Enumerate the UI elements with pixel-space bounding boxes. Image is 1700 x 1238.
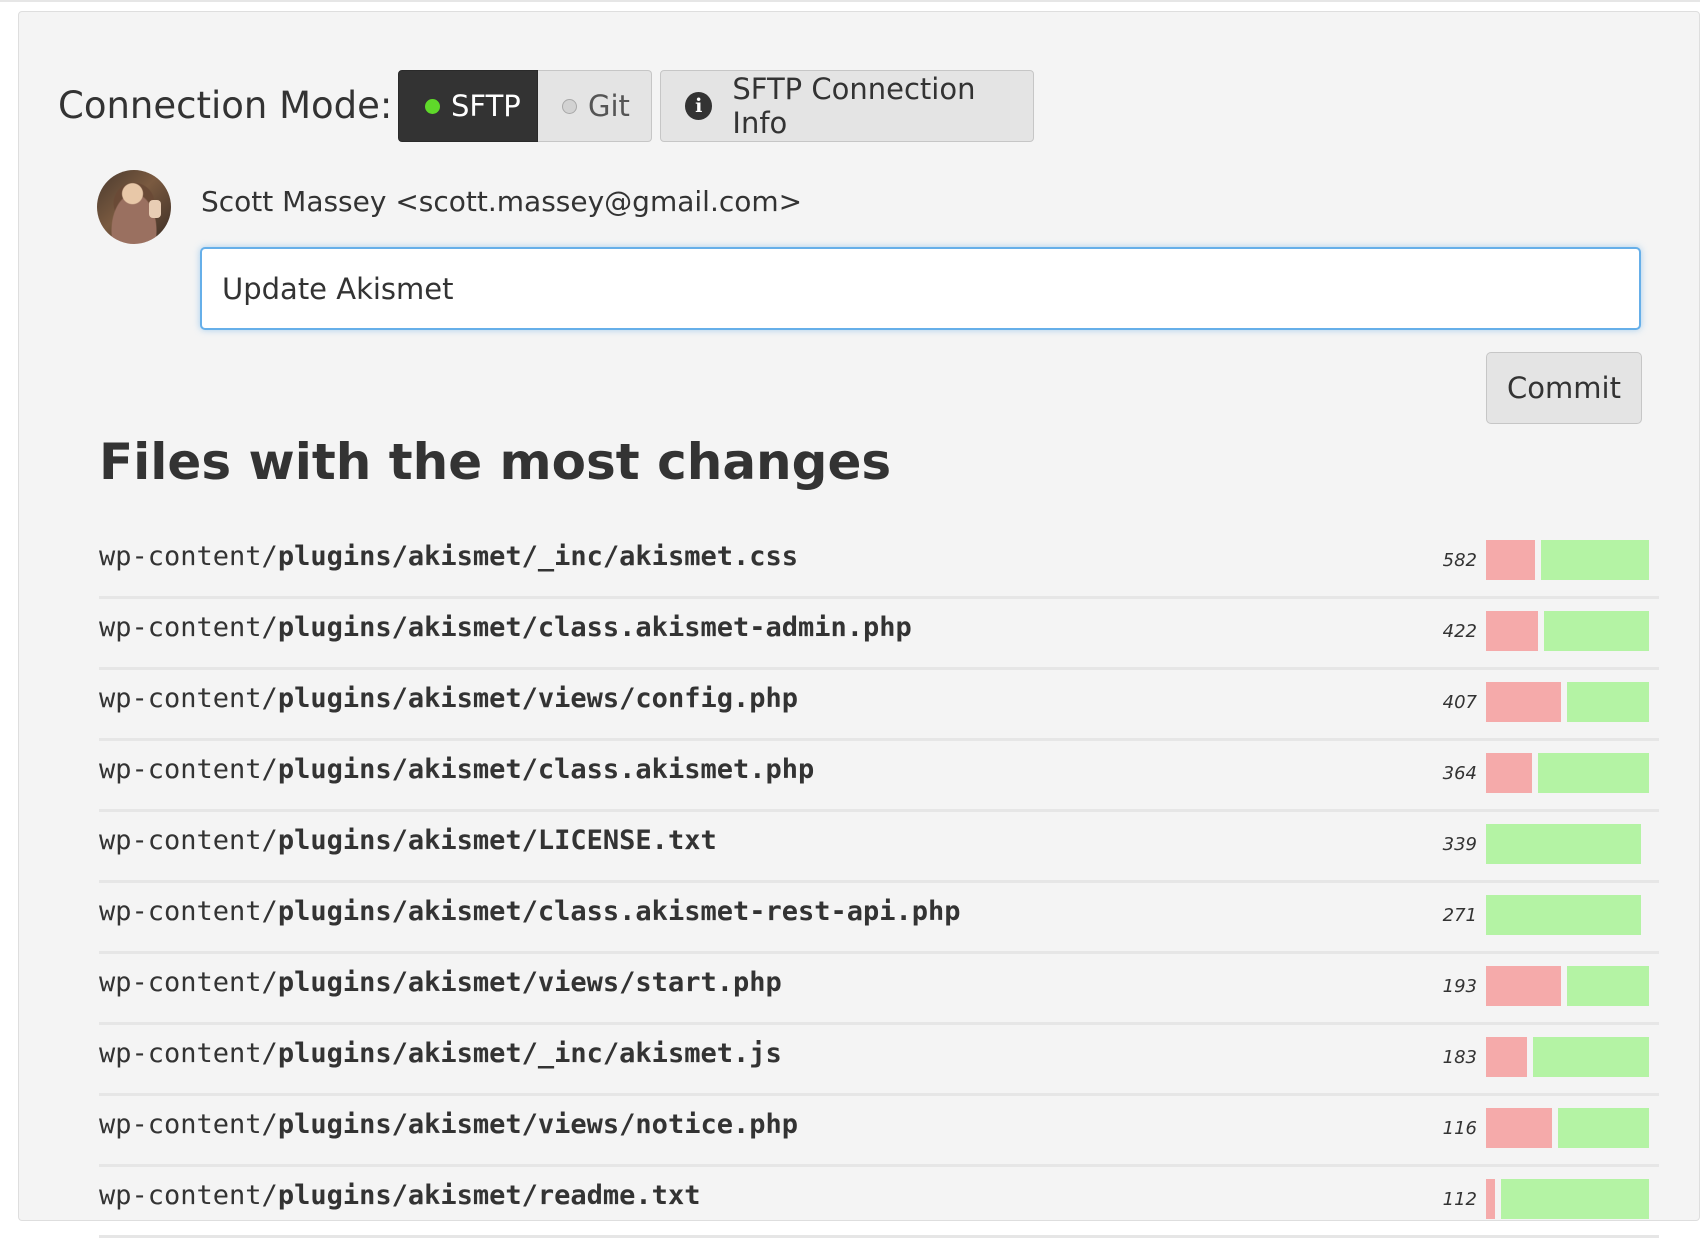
commit-message-input[interactable] [200,247,1641,330]
change-bar [1486,753,1649,793]
files-changes-heading: Files with the most changes [99,433,892,491]
file-path-prefix: wp-content/ [99,1180,278,1211]
change-bar [1486,895,1649,935]
file-path[interactable]: wp-content/plugins/akismet/class.akismet… [99,895,961,929]
additions-bar [1501,1179,1649,1219]
deletions-bar [1486,966,1561,1006]
additions-bar [1544,611,1649,651]
file-path-name: plugins/akismet/LICENSE.txt [277,825,717,856]
git-status-dot-icon [562,98,577,114]
deletions-bar [1486,540,1535,580]
change-count: 364 [1442,763,1477,784]
file-path[interactable]: wp-content/plugins/akismet/_inc/akismet.… [99,540,798,574]
sftp-status-dot-icon [425,98,440,114]
file-path[interactable]: wp-content/plugins/akismet/LICENSE.txt [99,824,717,858]
git-mode-label: Git [588,89,630,123]
info-icon: i [685,92,713,120]
change-bar [1486,540,1649,580]
change-bar [1486,682,1649,722]
changed-file-row[interactable]: wp-content/plugins/akismet/class.akismet… [99,599,1659,670]
sftp-mode-label: SFTP [451,89,521,123]
file-path-prefix: wp-content/ [99,1038,278,1069]
changed-file-row[interactable]: wp-content/plugins/akismet/views/config.… [99,670,1659,741]
additions-bar [1486,895,1641,935]
additions-bar [1567,682,1649,722]
changed-file-row[interactable]: wp-content/plugins/akismet/views/notice.… [99,1096,1659,1167]
file-path-name: plugins/akismet/class.akismet-admin.php [277,612,912,643]
deletions-bar [1486,682,1561,722]
file-path[interactable]: wp-content/plugins/akismet/_inc/akismet.… [99,1037,782,1071]
commit-author: Scott Massey <scott.massey@gmail.com> [201,185,803,218]
file-path[interactable]: wp-content/plugins/akismet/views/notice.… [99,1108,798,1142]
commit-button[interactable]: Commit [1486,352,1642,424]
change-bar [1486,966,1649,1006]
additions-bar [1541,540,1649,580]
deletions-bar [1486,1037,1527,1077]
changed-files-list: wp-content/plugins/akismet/_inc/akismet.… [99,528,1659,1238]
changed-file-row[interactable]: wp-content/plugins/akismet/views/start.p… [99,954,1659,1025]
commit-button-label: Commit [1507,371,1621,405]
file-path-prefix: wp-content/ [99,967,278,998]
sftp-connection-info-label: SFTP Connection Info [732,72,976,140]
change-count: 271 [1442,905,1477,926]
deletions-bar [1486,611,1538,651]
additions-bar [1533,1037,1649,1077]
file-path-name: plugins/akismet/class.akismet.php [277,754,815,785]
git-mode-button[interactable]: Git [538,70,652,142]
deletions-bar [1486,753,1532,793]
top-divider [0,0,1700,2]
sftp-mode-button[interactable]: SFTP [398,70,538,142]
additions-bar [1567,966,1649,1006]
changed-file-row[interactable]: wp-content/plugins/akismet/class.akismet… [99,883,1659,954]
change-count: 339 [1442,834,1477,855]
file-path-name: plugins/akismet/views/start.php [277,967,782,998]
file-path-prefix: wp-content/ [99,541,278,572]
change-count: 116 [1442,1118,1477,1139]
file-path[interactable]: wp-content/plugins/akismet/views/start.p… [99,966,782,1000]
change-bar [1486,611,1649,651]
change-count: 183 [1442,1047,1477,1068]
change-count: 582 [1442,550,1477,571]
connection-mode-label: Connection Mode: [58,84,393,127]
file-path-prefix: wp-content/ [99,896,278,927]
file-path-prefix: wp-content/ [99,1109,278,1140]
change-count: 422 [1442,621,1477,642]
deletions-bar [1486,1108,1552,1148]
changed-file-row[interactable]: wp-content/plugins/akismet/class.akismet… [99,741,1659,812]
file-path-prefix: wp-content/ [99,754,278,785]
file-path-prefix: wp-content/ [99,612,278,643]
file-path-prefix: wp-content/ [99,683,278,714]
file-path-name: plugins/akismet/class.akismet-rest-api.p… [277,896,961,927]
additions-bar [1558,1108,1649,1148]
additions-bar [1486,824,1641,864]
sftp-connection-info-button[interactable]: i SFTP Connection Info [660,70,1034,142]
file-path[interactable]: wp-content/plugins/akismet/class.akismet… [99,753,814,787]
change-bar [1486,1179,1649,1219]
change-bar [1486,824,1649,864]
change-count: 193 [1442,976,1477,997]
file-path[interactable]: wp-content/plugins/akismet/class.akismet… [99,611,912,645]
additions-bar [1538,753,1649,793]
file-path-name: plugins/akismet/readme.txt [277,1180,701,1211]
file-path-name: plugins/akismet/views/notice.php [277,1109,798,1140]
file-path-prefix: wp-content/ [99,825,278,856]
changed-file-row[interactable]: wp-content/plugins/akismet/_inc/akismet.… [99,528,1659,599]
changed-file-row[interactable]: wp-content/plugins/akismet/LICENSE.txt 33… [99,812,1659,883]
file-path[interactable]: wp-content/plugins/akismet/readme.txt [99,1179,700,1213]
change-count: 407 [1442,692,1477,713]
change-bar [1486,1108,1649,1148]
deletions-bar [1486,1179,1495,1219]
changed-file-row[interactable]: wp-content/plugins/akismet/_inc/akismet.… [99,1025,1659,1096]
file-path[interactable]: wp-content/plugins/akismet/views/config.… [99,682,798,716]
change-bar [1486,1037,1649,1077]
file-path-name: plugins/akismet/_inc/akismet.css [277,541,798,572]
changed-file-row[interactable]: wp-content/plugins/akismet/readme.txt 112 [99,1167,1659,1238]
file-path-name: plugins/akismet/_inc/akismet.js [277,1038,782,1069]
file-path-name: plugins/akismet/views/config.php [277,683,798,714]
change-count: 112 [1442,1189,1477,1210]
author-avatar [97,170,171,244]
